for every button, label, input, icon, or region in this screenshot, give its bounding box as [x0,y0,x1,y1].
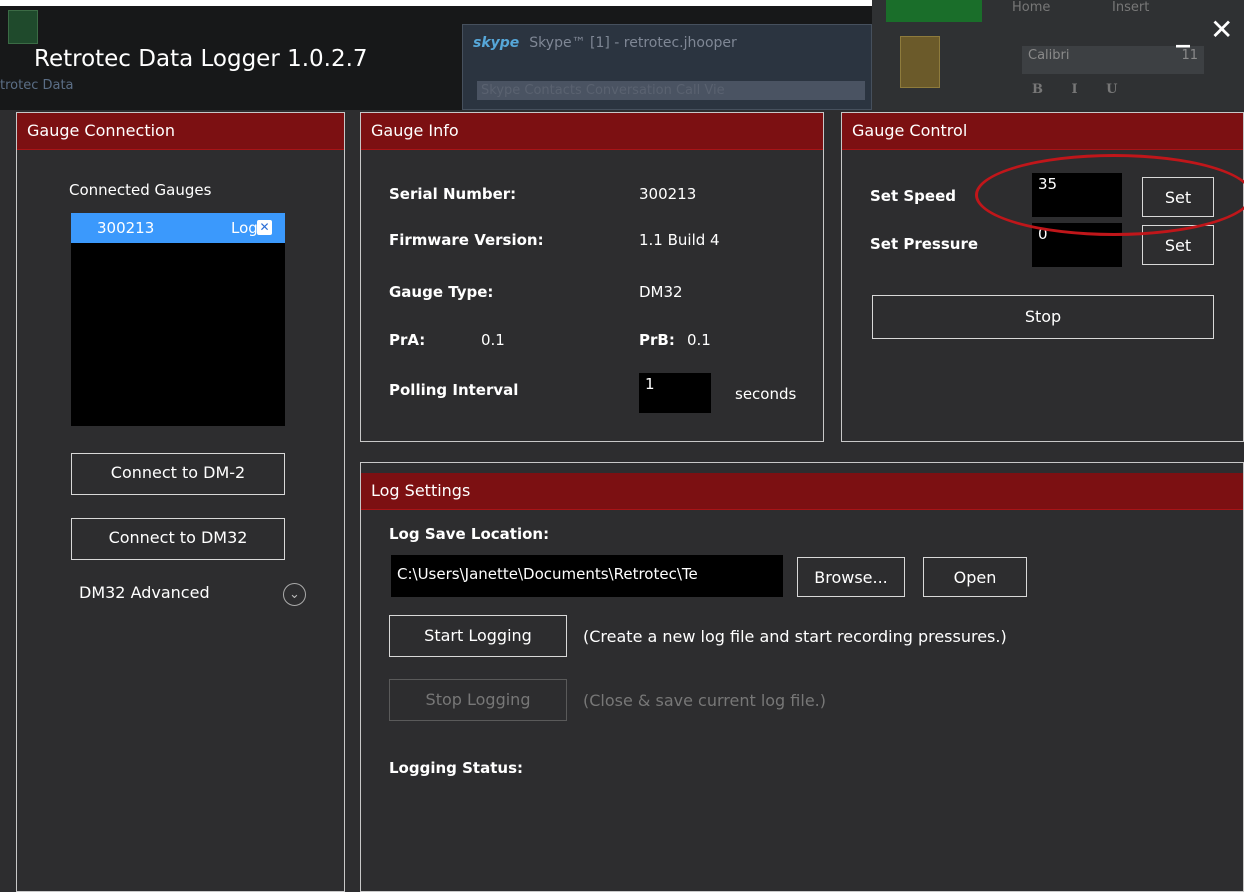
set-pressure-label: Set Pressure [870,235,979,253]
pressure-input[interactable]: 0 [1032,223,1122,267]
window-title: Retrotec Data Logger 1.0.2.7 [34,46,368,72]
polling-interval-input[interactable]: 1 [639,373,711,413]
browse-button[interactable]: Browse... [797,557,905,597]
gauge-control-panel: Gauge Control Set Speed 35 Set Set Press… [841,112,1244,442]
office-home-tab: Home [1012,0,1051,15]
stop-button[interactable]: Stop [872,295,1214,339]
connect-dm2-button[interactable]: Connect to DM-2 [71,453,285,495]
office-font-box: Calibri 11 [1022,46,1204,74]
office-file-tab [886,0,982,22]
office-format-buttons: B I U [1032,82,1130,97]
gauge-info-panel: Gauge Info Serial Number: 300213 Firmwar… [360,112,824,442]
start-logging-button[interactable]: Start Logging [389,615,567,657]
gauge-type-label: Gauge Type: [389,283,494,301]
stop-logging-description: (Close & save current log file.) [583,691,826,710]
set-speed-label: Set Speed [870,187,956,205]
skype-logo-icon: skype [473,35,520,51]
gauge-log-label: Log [231,219,258,237]
office-font-size: 11 [1181,48,1198,63]
chevron-down-icon[interactable]: ⌄ [283,583,306,606]
minimize-button[interactable]: _ [1176,18,1190,46]
gauge-serial: 300213 [97,219,155,237]
remove-gauge-icon[interactable]: ✕ [257,220,272,235]
close-button[interactable]: ✕ [1210,16,1233,44]
speed-input[interactable]: 35 [1032,173,1122,217]
log-save-location-label: Log Save Location: [389,525,550,543]
prb-value: 0.1 [687,331,711,349]
background-skype-window: skype Skype™ [1] - retrotec.jhooper Skype… [462,24,872,110]
background-app-label: trotec Data [0,78,74,93]
pra-label: PrA: [389,331,426,349]
firmware-version-value: 1.1 Build 4 [639,231,720,249]
gauge-type-value: DM32 [639,283,683,301]
office-insert-tab: Insert [1112,0,1150,15]
log-save-location-input[interactable]: C:\Users\Janette\Documents\Retrotec\Te [391,555,783,597]
pra-value: 0.1 [481,331,505,349]
gauge-connection-header: Gauge Connection [17,113,344,150]
clipboard-icon [900,36,940,88]
polling-interval-label: Polling Interval [389,381,519,399]
start-logging-description: (Create a new log file and start recordi… [583,627,1007,646]
log-settings-panel: Log Settings Log Save Location: C:\Users… [360,462,1244,892]
office-font-name: Calibri [1028,48,1070,63]
gauge-connection-panel: Gauge Connection Connected Gauges 300213… [16,112,345,892]
gauge-info-header: Gauge Info [361,113,823,150]
set-speed-button[interactable]: Set [1142,177,1214,217]
skype-window-title: Skype™ [1] - retrotec.jhooper [529,35,737,51]
stop-logging-button[interactable]: Stop Logging [389,679,567,721]
background-app-icon [8,10,38,44]
logging-status-label: Logging Status: [389,759,523,777]
set-pressure-button[interactable]: Set [1142,225,1214,265]
connect-dm32-button[interactable]: Connect to DM32 [71,518,285,560]
prb-label: PrB: [639,331,675,349]
connected-gauges-list[interactable]: 300213 Log ✕ [71,213,285,426]
connected-gauges-label: Connected Gauges [69,181,212,199]
dm32-advanced-label: DM32 Advanced [79,583,210,602]
firmware-version-label: Firmware Version: [389,231,544,249]
skype-menu-bar: Skype Contacts Conversation Call Vie [477,81,865,100]
log-settings-header: Log Settings [361,473,1243,510]
gauge-list-item[interactable]: 300213 Log ✕ [71,213,285,243]
serial-number-value: 300213 [639,185,697,203]
open-button[interactable]: Open [923,557,1027,597]
gauge-control-header: Gauge Control [842,113,1243,150]
polling-unit-label: seconds [735,385,797,403]
serial-number-label: Serial Number: [389,185,517,203]
